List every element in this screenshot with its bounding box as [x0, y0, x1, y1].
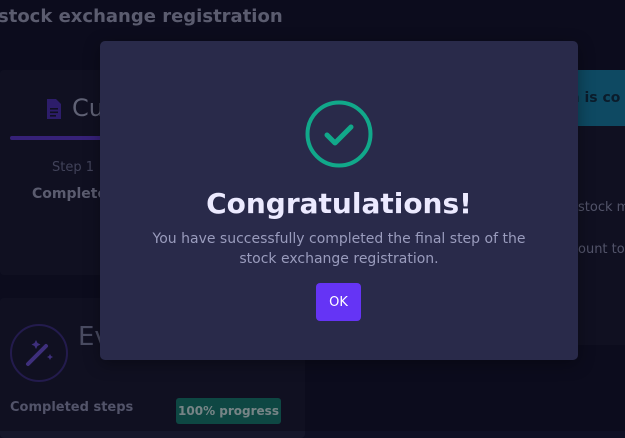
dialog-message: You have successfully completed the fina… [152, 231, 526, 267]
dialog-title: Congratulations! [206, 187, 472, 220]
ok-button[interactable]: OK [316, 283, 361, 321]
success-dialog: Congratulations! You have successfully c… [100, 41, 578, 360]
check-circle-icon [305, 100, 373, 168]
